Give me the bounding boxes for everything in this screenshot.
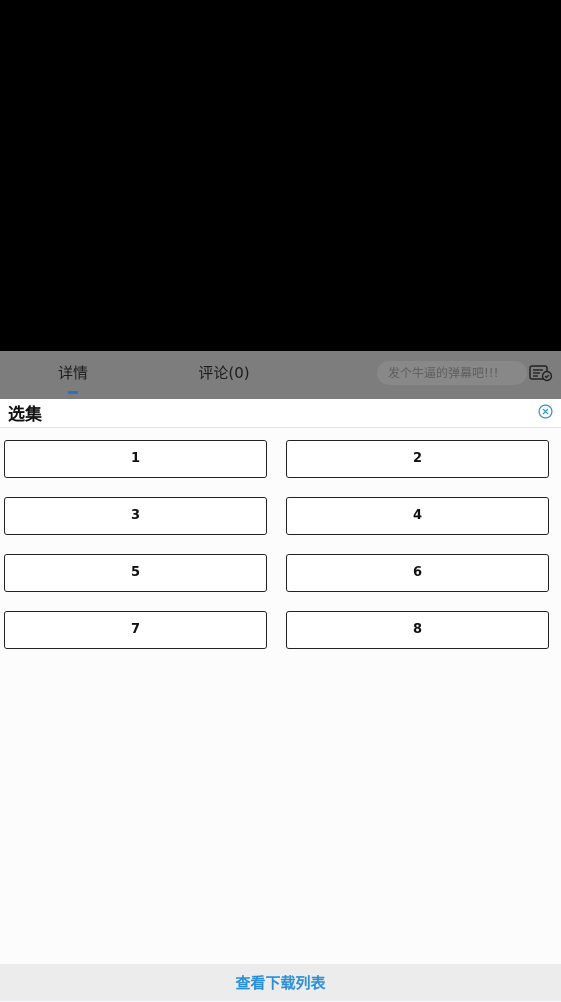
episode-button-7[interactable]: 7	[4, 611, 267, 649]
episode-button-6[interactable]: 6	[286, 554, 549, 592]
danmaku-input[interactable]	[377, 361, 527, 385]
episode-button-2[interactable]: 2	[286, 440, 549, 478]
detail-tab-bar: 详情 评论(0)	[0, 351, 561, 399]
episode-button-3[interactable]: 3	[4, 497, 267, 535]
episodes-panel-title: 选集	[8, 405, 42, 425]
tab-comments[interactable]: 评论(0)	[190, 351, 258, 399]
episode-button-8[interactable]: 8	[286, 611, 549, 649]
episode-button-1[interactable]: 1	[4, 440, 267, 478]
danmaku-settings-icon[interactable]	[529, 363, 553, 383]
episodes-panel: 选集 1 2 3 4 5 6 7 8	[0, 399, 561, 964]
episode-button-5[interactable]: 5	[4, 554, 267, 592]
active-tab-indicator	[68, 391, 78, 394]
episodes-panel-header: 选集	[0, 399, 561, 428]
close-circle-icon[interactable]	[538, 404, 553, 419]
view-download-list-button[interactable]: 查看下载列表	[0, 964, 561, 1001]
episode-button-4[interactable]: 4	[286, 497, 549, 535]
video-player[interactable]	[0, 0, 561, 351]
